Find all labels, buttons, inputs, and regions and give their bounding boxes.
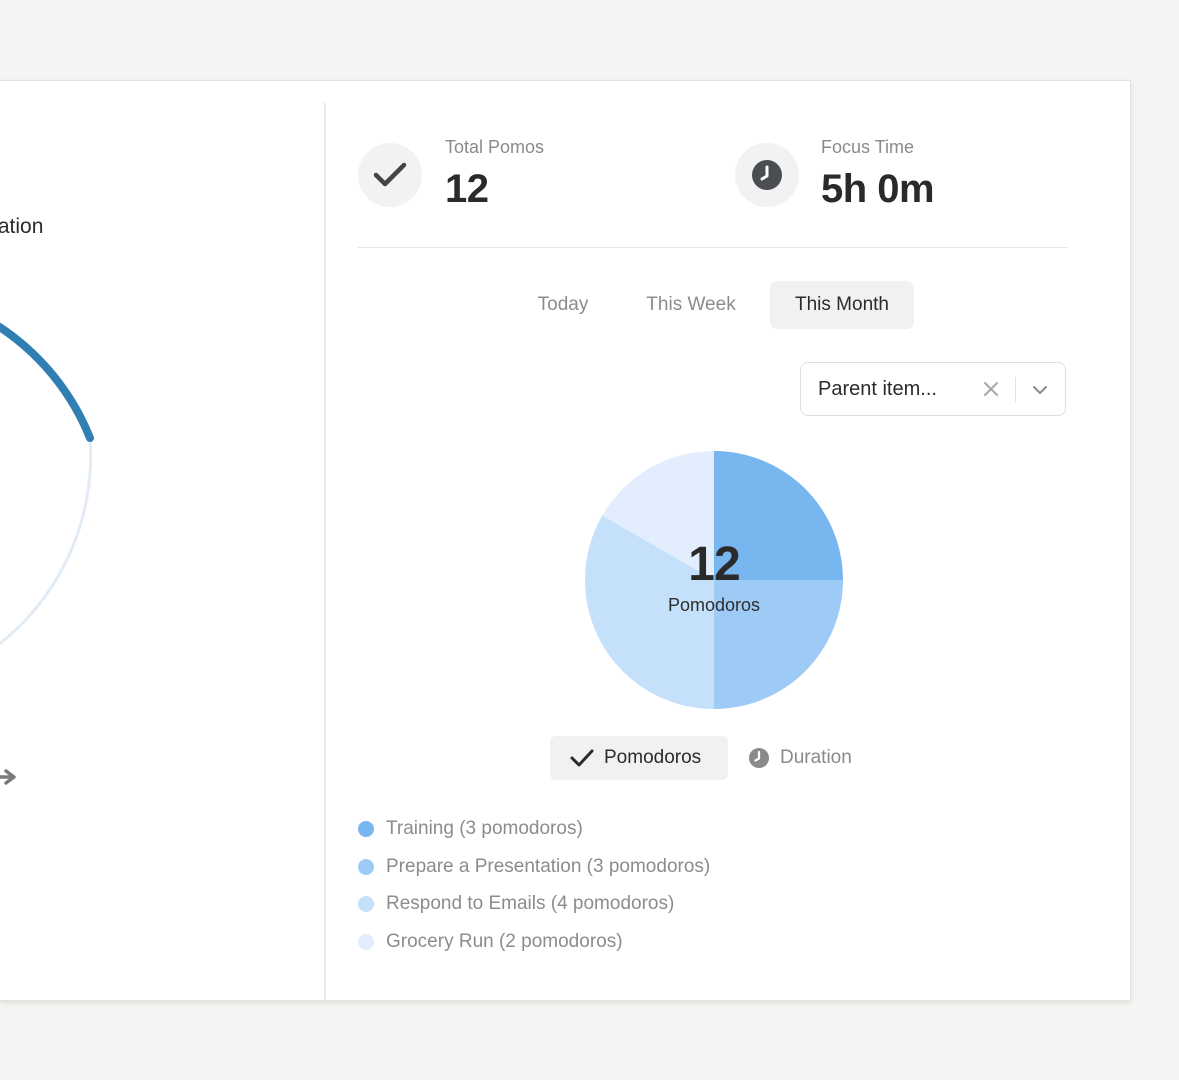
focus-time-value: 5h 0m: [821, 167, 935, 211]
legend-dot: [358, 934, 374, 950]
clear-icon[interactable]: [981, 379, 1001, 399]
legend-label: Respond to Emails (4 pomodoros): [386, 893, 675, 914]
legend-dot: [358, 859, 374, 875]
metric-duration-button[interactable]: Duration: [748, 736, 878, 780]
chevron-down-icon[interactable]: [1031, 381, 1049, 399]
select-separator: [1015, 377, 1016, 403]
total-pomos-icon-wrap: [358, 143, 422, 207]
legend-label: Prepare a Presentation (3 pomodoros): [386, 856, 711, 877]
parent-item-select-value: Parent item...: [818, 378, 937, 400]
pomodoro-stats-card: tation Total Pomos 12 Focus Time 5h 0m T…: [0, 81, 1130, 1000]
parent-item-select[interactable]: Parent item...: [800, 362, 1066, 416]
tab-this-month[interactable]: This Month: [770, 281, 914, 329]
legend-dot: [358, 896, 374, 912]
metric-pomodoros-label: Pomodoros: [604, 747, 702, 768]
focus-time-icon-wrap: [735, 143, 799, 207]
panel-divider: [324, 103, 326, 1000]
legend-item: Prepare a Presentation (3 pomodoros): [358, 855, 710, 879]
clock-icon: [752, 160, 782, 190]
legend-dot: [358, 821, 374, 837]
pie-center-label: Pomodoros: [667, 595, 761, 615]
focus-time-label: Focus Time: [821, 137, 915, 157]
current-task-name: tation: [0, 215, 44, 238]
check-icon: [373, 162, 407, 187]
legend-item: Training (3 pomodoros): [358, 817, 583, 841]
legend-item: Respond to Emails (4 pomodoros): [358, 892, 674, 916]
check-icon: [570, 749, 594, 767]
pie-center-value: 12: [688, 538, 740, 591]
skip-arrow-icon[interactable]: [0, 767, 20, 787]
legend-label: Grocery Run (2 pomodoros): [386, 931, 623, 952]
legend-label: Training (3 pomodoros): [386, 818, 583, 839]
clock-icon: [749, 748, 769, 768]
timer-ring-progress: [0, 322, 94, 442]
total-pomos-label: Total Pomos: [445, 137, 545, 157]
metric-duration-label: Duration: [780, 747, 852, 768]
tab-today[interactable]: Today: [520, 281, 606, 329]
stats-divider: [358, 247, 1068, 248]
tab-this-week[interactable]: This Week: [630, 281, 752, 329]
legend-item: Grocery Run (2 pomodoros): [358, 930, 623, 954]
timer-ring-track: [0, 437, 93, 646]
metric-pomodoros-button[interactable]: Pomodoros: [550, 736, 728, 780]
total-pomos-value: 12: [445, 167, 489, 211]
